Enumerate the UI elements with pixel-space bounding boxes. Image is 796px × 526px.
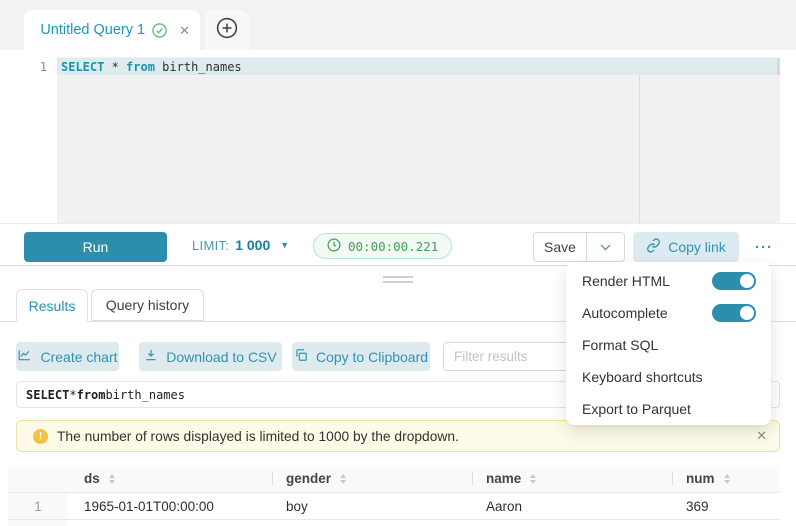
create-chart-label: Create chart: [40, 349, 117, 365]
limit-dropdown[interactable]: LIMIT: 1 000 ▼: [192, 224, 289, 266]
menu-item-label: Render HTML: [582, 273, 670, 289]
header-label: ds: [84, 471, 100, 486]
copy-icon: [294, 348, 308, 365]
more-options-menu: Render HTML Autocomplete Format SQL Keyb…: [566, 262, 771, 425]
cell-ds: 1965-01-01T00:00:00: [68, 493, 272, 519]
render-html-toggle[interactable]: [712, 272, 756, 290]
cell-name: Aaron: [472, 493, 672, 519]
sort-icon[interactable]: [340, 474, 346, 484]
column-separator: [672, 472, 673, 485]
sql-text: birth_names: [155, 60, 242, 74]
warning-text: The number of rows displayed is limited …: [57, 429, 748, 444]
copy-clipboard-button[interactable]: Copy to Clipboard: [292, 342, 430, 371]
clock-icon: [327, 238, 341, 255]
menu-item-render-html[interactable]: Render HTML: [566, 265, 771, 297]
header-ds[interactable]: ds: [68, 465, 272, 492]
table-row-partial: [8, 520, 780, 526]
menu-item-format-sql[interactable]: Format SQL: [566, 329, 771, 361]
sql-text: birth_names: [106, 388, 185, 402]
column-separator: [472, 472, 473, 485]
query-tab-title: Untitled Query 1: [40, 22, 145, 38]
sql-lab-screen: Untitled Query 1 ✕ 1 SELECT * from birth…: [0, 0, 796, 526]
header-label: num: [686, 471, 715, 486]
close-banner-icon[interactable]: ✕: [756, 428, 767, 444]
sql-keyword: SELECT: [61, 60, 104, 74]
header-row-number: [8, 465, 68, 492]
sql-keyword: SELECT: [26, 388, 69, 402]
plus-icon: [216, 17, 238, 44]
query-success-icon: [152, 23, 167, 38]
cell-num: 369: [672, 493, 780, 519]
table-row: 1 1965-01-01T00:00:00 boy Aaron 369: [8, 493, 780, 520]
header-label: gender: [286, 471, 331, 486]
menu-item-keyboard-shortcuts[interactable]: Keyboard shortcuts: [566, 361, 771, 393]
header-label: name: [486, 471, 521, 486]
tab-results[interactable]: Results: [16, 289, 88, 322]
menu-item-export-parquet[interactable]: Export to Parquet: [566, 393, 771, 425]
code-line-1: SELECT * from birth_names: [57, 57, 780, 75]
sort-icon[interactable]: [109, 474, 115, 484]
download-icon: [144, 348, 158, 365]
sort-icon[interactable]: [530, 474, 536, 484]
print-margin-line: [639, 75, 640, 223]
save-split-button: Save: [533, 232, 625, 262]
menu-item-label: Format SQL: [582, 337, 658, 353]
editor-tabbar: Untitled Query 1 ✕: [0, 0, 796, 50]
download-csv-label: Download to CSV: [166, 349, 277, 365]
header-num[interactable]: num: [672, 465, 780, 492]
tab-query-history[interactable]: Query history: [91, 289, 204, 321]
header-gender[interactable]: gender: [272, 465, 472, 492]
menu-item-label: Keyboard shortcuts: [582, 369, 703, 385]
more-options-button[interactable]: ···: [748, 232, 780, 262]
menu-item-autocomplete[interactable]: Autocomplete: [566, 297, 771, 329]
line-number: 1: [24, 59, 47, 76]
sql-text: *: [69, 388, 76, 402]
editor-toolbar: Run LIMIT: 1 000 ▼ 00:00:00.221 Save Cop: [0, 223, 796, 266]
limit-value: 1 000: [235, 237, 270, 253]
autocomplete-toggle[interactable]: [712, 304, 756, 322]
table-header-row: ds gender name num: [8, 465, 780, 493]
menu-item-label: Autocomplete: [582, 305, 668, 321]
cell-gender: boy: [272, 493, 472, 519]
row-number-cell: 1: [8, 493, 68, 519]
sql-keyword: from: [126, 60, 155, 74]
results-table: ds gender name num 1 1965-01-01T00:00:00: [8, 465, 780, 526]
link-icon: [646, 238, 661, 256]
timer-value: 00:00:00.221: [348, 239, 438, 254]
save-dropdown-button[interactable]: [586, 233, 624, 261]
warning-icon: !: [33, 429, 48, 444]
column-separator: [272, 472, 273, 485]
query-tab[interactable]: Untitled Query 1 ✕: [24, 10, 200, 50]
editor-gutter: 1: [24, 57, 57, 223]
editor-code-area[interactable]: SELECT * from birth_names: [57, 57, 780, 223]
sql-keyword: from: [77, 388, 106, 402]
caret-down-icon: ▼: [280, 240, 289, 250]
copy-link-button[interactable]: Copy link: [633, 232, 739, 262]
add-tab-button[interactable]: [205, 10, 249, 50]
create-chart-button[interactable]: Create chart: [16, 342, 119, 371]
copy-clipboard-label: Copy to Clipboard: [316, 349, 428, 365]
chevron-down-icon: [600, 238, 611, 256]
header-name[interactable]: name: [472, 465, 672, 492]
run-button[interactable]: Run: [24, 232, 167, 262]
sort-icon[interactable]: [724, 474, 730, 484]
chart-icon: [17, 348, 32, 365]
query-timer-badge: 00:00:00.221: [313, 233, 452, 259]
limit-label: LIMIT:: [192, 238, 229, 253]
sql-editor: 1 SELECT * from birth_names: [24, 57, 780, 223]
copy-link-label: Copy link: [668, 239, 726, 255]
close-tab-icon[interactable]: ✕: [179, 24, 190, 37]
filter-results-input[interactable]: [443, 342, 583, 371]
sql-text: *: [104, 60, 126, 74]
pane-resize-handle[interactable]: [383, 276, 413, 283]
menu-item-label: Export to Parquet: [582, 401, 691, 417]
download-csv-button[interactable]: Download to CSV: [139, 342, 282, 371]
save-button[interactable]: Save: [534, 233, 586, 261]
